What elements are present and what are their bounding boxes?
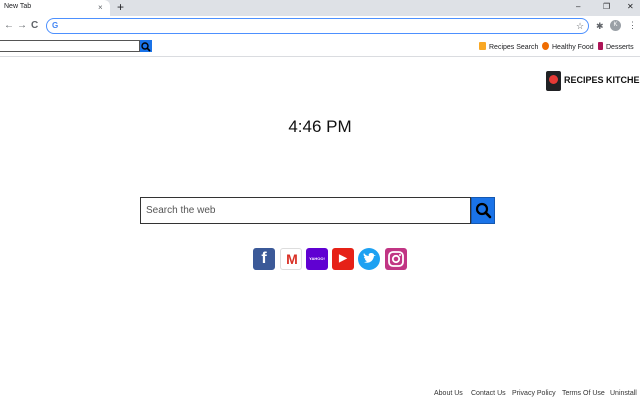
instagram-icon[interactable] <box>385 248 407 270</box>
bookmarks-bar: Recipes Search Healthy Food Desserts <box>0 36 640 57</box>
healthy-food-icon <box>542 42 549 50</box>
web-search-box <box>140 197 471 224</box>
search-icon <box>141 42 151 52</box>
yahoo-glyph: YAHOO! <box>309 256 325 261</box>
chef-book-icon <box>546 71 561 91</box>
recipes-icon <box>479 42 486 50</box>
gmail-icon[interactable]: M <box>280 248 302 270</box>
gmail-glyph: M <box>286 251 298 267</box>
brand-name: RECIPES KITCHEN <box>564 75 640 85</box>
forward-icon[interactable]: → <box>17 19 27 32</box>
new-tab-icon[interactable]: + <box>117 0 124 15</box>
reload-icon[interactable]: C <box>31 19 38 32</box>
close-window-icon[interactable]: ✕ <box>627 1 634 13</box>
bookmark-label: Desserts <box>606 44 634 51</box>
extensions-icon[interactable]: ✱ <box>596 20 604 32</box>
bookmark-recipes-search[interactable]: Recipes Search <box>479 42 538 52</box>
search-input[interactable] <box>141 198 470 223</box>
facebook-icon[interactable]: f <box>253 248 275 270</box>
search-button[interactable] <box>471 197 495 224</box>
search-icon <box>475 202 492 219</box>
footer-uninstall[interactable]: Uninstall <box>610 390 637 398</box>
yahoo-icon[interactable]: YAHOO! <box>306 248 328 270</box>
youtube-glyph: ▶ <box>339 253 347 264</box>
facebook-glyph: f <box>261 250 267 267</box>
brand-logo[interactable]: RECIPES KITCHEN <box>546 70 640 92</box>
tab-new-tab[interactable]: New Tab × <box>0 0 110 16</box>
footer-contact-us[interactable]: Contact Us <box>471 390 506 398</box>
footer-about-us[interactable]: About Us <box>434 390 463 398</box>
tab-close-icon[interactable]: × <box>98 2 103 13</box>
minimize-icon[interactable]: – <box>576 1 580 13</box>
instagram-camera-icon <box>388 251 404 267</box>
desserts-icon <box>598 42 603 50</box>
tab-title: New Tab <box>4 3 32 10</box>
tab-strip: New Tab × + – ❐ ✕ <box>0 0 640 16</box>
toolbar-search-input[interactable] <box>0 40 140 52</box>
bookmark-label: Recipes Search <box>489 44 539 51</box>
twitter-icon[interactable] <box>358 248 380 270</box>
footer-terms-of-use[interactable]: Terms Of Use <box>562 390 605 398</box>
back-icon[interactable]: ← <box>4 19 14 32</box>
bookmark-healthy-food[interactable]: Healthy Food <box>542 42 594 52</box>
footer-privacy-policy[interactable]: Privacy Policy <box>512 390 556 398</box>
address-bar[interactable]: G ☆ <box>46 18 589 34</box>
google-icon: G <box>52 21 59 30</box>
profile-avatar[interactable]: K <box>610 20 621 31</box>
toolbar-search-button[interactable] <box>140 40 152 52</box>
browser-toolbar: ← → C G ☆ ✱ K ⋮ <box>0 16 640 36</box>
bookmark-label: Healthy Food <box>552 44 594 51</box>
browser-menu-icon[interactable]: ⋮ <box>628 19 637 31</box>
restore-icon[interactable]: ❐ <box>603 1 610 13</box>
youtube-icon[interactable]: ▶ <box>332 248 354 270</box>
twitter-bird-icon <box>363 253 376 263</box>
bookmark-star-icon[interactable]: ☆ <box>576 20 584 32</box>
clock: 4:46 PM <box>288 117 352 136</box>
bookmark-desserts[interactable]: Desserts <box>598 42 634 52</box>
